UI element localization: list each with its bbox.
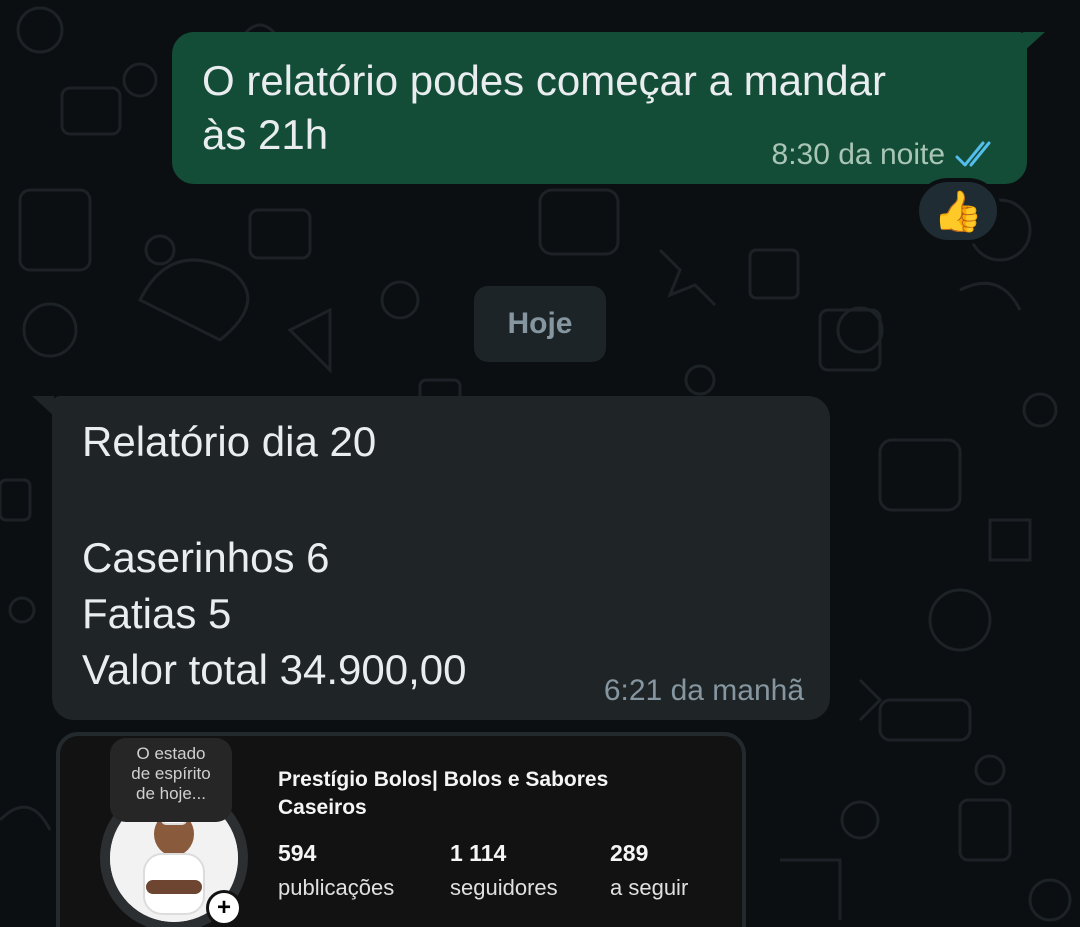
outgoing-message-line: O relatório podes começar a mandar xyxy=(202,57,886,104)
stat-label: a seguir xyxy=(610,875,689,900)
add-story-plus-icon[interactable]: + xyxy=(206,890,242,926)
note-line: O estado xyxy=(136,744,206,763)
incoming-message-bubble[interactable]: Relatório dia 20 Caserinhos 6 Fatias 5 V… xyxy=(32,396,830,720)
message-time: 8:30 da noite xyxy=(771,138,945,171)
note-line: de espírito xyxy=(131,764,211,783)
message-meta: 8:30 da noite xyxy=(772,138,999,172)
profile-name-line: Caseiros xyxy=(278,796,367,819)
stat-posts[interactable]: 594 publicações xyxy=(278,840,394,901)
stat-label: publicações xyxy=(278,875,395,900)
double-check-read-icon xyxy=(955,141,991,167)
profile-name-line: Prestígio Bolos| Bolos e Sabores xyxy=(278,768,609,791)
bubble-tail xyxy=(32,396,54,416)
bubble-tail xyxy=(1023,32,1045,52)
profile-name: Prestígio Bolos| Bolos e Sabores Caseiro… xyxy=(278,766,718,822)
stat-following[interactable]: 289 a seguir xyxy=(610,840,688,901)
date-divider: Hoje xyxy=(474,286,606,362)
profile-note-bubble[interactable]: O estado de espírito de hoje... xyxy=(110,738,232,822)
stat-label: seguidores xyxy=(450,875,558,900)
reaction-thumbs-up-icon[interactable]: 👍 xyxy=(915,178,1001,244)
stat-followers[interactable]: 1 114 seguidores xyxy=(450,840,558,901)
instagram-profile-card[interactable]: + O estado de espírito de hoje... Prestí… xyxy=(56,732,746,927)
message-line: Caserinhos 6 xyxy=(82,534,330,581)
message-line: Fatias 5 xyxy=(82,590,232,637)
message-line: Relatório dia 20 xyxy=(82,418,377,465)
stat-value: 289 xyxy=(610,840,649,866)
message-line: Valor total 34.900,00 xyxy=(82,646,467,693)
note-line: de hoje... xyxy=(136,784,206,803)
stat-value: 1 114 xyxy=(450,840,507,866)
chat-area[interactable]: O relatório podes começar a mandar às 21… xyxy=(0,0,1080,927)
stat-value: 594 xyxy=(278,840,317,866)
message-time: 6:21 da manhã xyxy=(603,674,804,707)
outgoing-message-bubble[interactable]: O relatório podes começar a mandar às 21… xyxy=(172,32,1045,184)
